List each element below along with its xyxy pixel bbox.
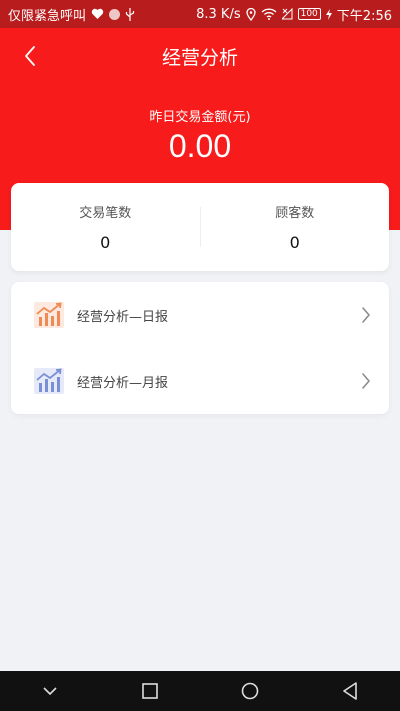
home-button[interactable]	[200, 671, 300, 711]
stat-customers: 顾客数 0	[201, 202, 390, 252]
chevron-left-icon	[25, 46, 35, 66]
clock-time: 下午2:56	[336, 8, 392, 24]
bar-chart-icon	[33, 365, 65, 397]
menu-card: 经营分析—日报 经营分析—月报	[11, 282, 389, 414]
bar-chart-icon	[33, 299, 65, 331]
stat-value: 0	[289, 233, 300, 252]
triangle-back-icon	[343, 682, 357, 700]
carrier-text: 仅限紧急呼叫	[8, 8, 87, 24]
location-icon	[245, 7, 256, 21]
usb-icon	[125, 7, 135, 21]
battery-icon: 100	[297, 8, 321, 20]
circle-icon	[241, 682, 259, 700]
system-back-button[interactable]	[300, 671, 400, 711]
stats-card: 交易笔数 0 顾客数 0	[11, 183, 389, 271]
hide-nav-button[interactable]	[0, 671, 100, 711]
stat-transactions: 交易笔数 0	[11, 202, 200, 252]
charging-icon	[325, 8, 332, 20]
heart-rate-icon	[91, 8, 104, 19]
stat-label: 交易笔数	[79, 206, 132, 221]
recent-apps-button[interactable]	[100, 671, 200, 711]
status-bar: 仅限紧急呼叫 8.3 K/s 100 下午2:56	[0, 0, 400, 28]
menu-item-monthly-report[interactable]: 经营分析—月报	[11, 348, 389, 414]
amount-value: 0.00	[168, 128, 232, 164]
nav-bar: 经营分析	[0, 28, 400, 84]
menu-item-label: 经营分析—日报	[77, 309, 169, 325]
menu-item-daily-report[interactable]: 经营分析—日报	[11, 282, 389, 348]
notification-dot-icon	[109, 8, 121, 20]
menu-item-label: 经营分析—月报	[77, 375, 169, 391]
system-navigation-bar	[0, 671, 400, 711]
battery-level: 100	[300, 9, 318, 19]
network-speed: 8.3 K/s	[196, 6, 241, 22]
stat-label: 顾客数	[275, 206, 315, 221]
chevron-down-icon	[43, 686, 57, 695]
chevron-right-icon	[362, 307, 370, 323]
page-title: 经营分析	[161, 46, 238, 69]
wifi-icon	[261, 8, 277, 20]
amount-label: 昨日交易金额(元)	[149, 110, 251, 125]
back-button[interactable]	[12, 38, 48, 74]
no-signal-icon	[281, 8, 293, 20]
stat-value: 0	[100, 233, 111, 252]
chevron-right-icon	[362, 373, 370, 389]
square-icon	[142, 683, 158, 699]
